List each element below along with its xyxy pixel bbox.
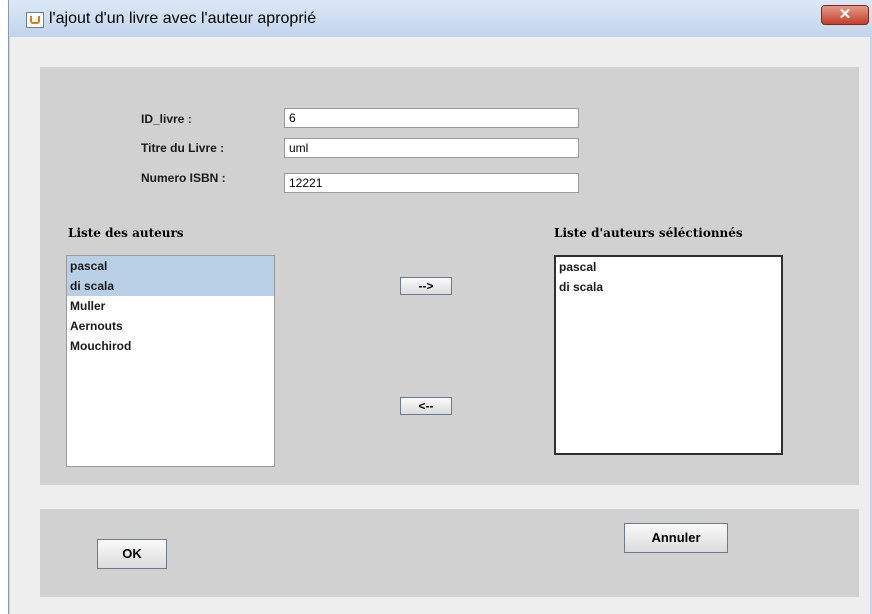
- list-item[interactable]: Mouchirod: [67, 336, 274, 356]
- window-title: l'ajout d'un livre avec l'auteur apropri…: [49, 10, 317, 27]
- ok-button[interactable]: OK: [97, 539, 167, 569]
- id-livre-label: ID_livre :: [141, 112, 192, 126]
- title-bar[interactable]: l'ajout d'un livre avec l'auteur apropri…: [9, 0, 872, 36]
- selected-authors-list[interactable]: pascal di scala: [554, 255, 783, 455]
- add-author-button[interactable]: -->: [400, 277, 452, 295]
- liste-selectionnes-title: Liste d'auteurs séléctionnés: [554, 226, 743, 240]
- titre-livre-field[interactable]: uml: [284, 138, 579, 158]
- titre-livre-label: Titre du Livre :: [141, 141, 225, 155]
- liste-auteurs-title: Liste des auteurs: [68, 226, 184, 240]
- actions-panel: OK Annuler: [40, 509, 859, 597]
- list-item[interactable]: pascal: [67, 256, 274, 276]
- available-authors-list[interactable]: pascal di scala Muller Aernouts Mouchiro…: [66, 255, 275, 467]
- list-item[interactable]: di scala: [556, 277, 781, 297]
- list-item[interactable]: Aernouts: [67, 316, 274, 336]
- dialog-content: ID_livre : 6 Titre du Livre : uml Numero…: [10, 37, 870, 614]
- list-item[interactable]: pascal: [556, 257, 781, 277]
- list-item[interactable]: di scala: [67, 276, 274, 296]
- java-app-icon: [26, 12, 44, 28]
- book-form-panel: ID_livre : 6 Titre du Livre : uml Numero…: [40, 67, 859, 485]
- id-livre-field[interactable]: 6: [284, 108, 579, 128]
- close-button[interactable]: ✕: [821, 5, 869, 25]
- numero-isbn-label: Numero ISBN :: [141, 171, 226, 185]
- list-item[interactable]: Muller: [67, 296, 274, 316]
- annuler-button[interactable]: Annuler: [624, 523, 728, 553]
- numero-isbn-field[interactable]: 12221: [284, 173, 579, 193]
- dialog-window: l'ajout d'un livre avec l'auteur apropri…: [8, 0, 872, 614]
- remove-author-button[interactable]: <--: [400, 397, 452, 415]
